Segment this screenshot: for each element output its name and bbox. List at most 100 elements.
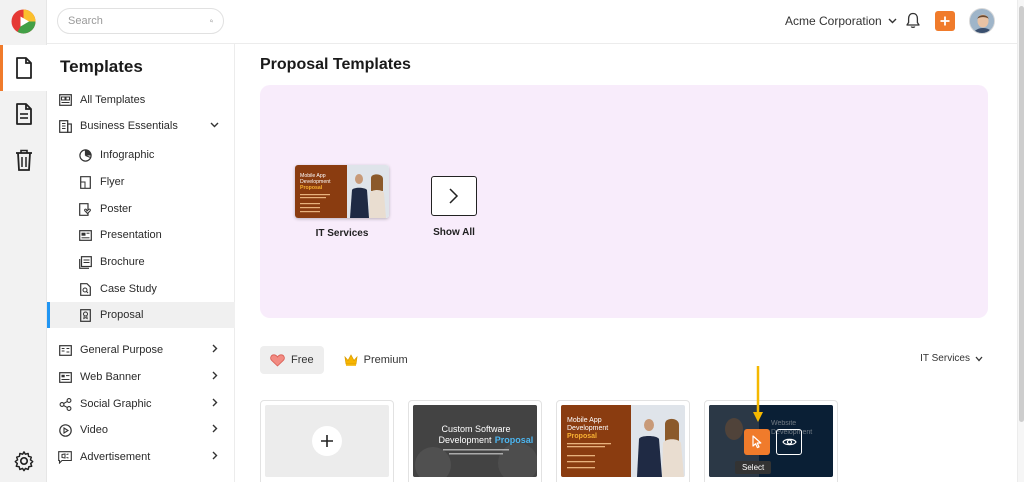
cursor-pointer-icon [752,435,762,449]
org-name: Acme Corporation [785,14,882,28]
scrollbar-thumb[interactable] [1019,6,1024,422]
page-title: Proposal Templates [260,56,411,73]
category-thumbnail: Mobile App Development Proposal [295,165,389,218]
sidebar-item-general-purpose[interactable]: General Purpose [47,337,235,363]
org-switcher[interactable]: Acme Corporation [785,14,897,28]
template-card[interactable]: Mobile App Development Proposal [556,400,690,482]
sidebar-item-all-templates[interactable]: All Templates [47,87,235,113]
add-blank-button[interactable] [312,426,342,456]
rail-documents-button[interactable] [0,45,47,91]
show-all-label: Show All [433,227,475,238]
sidebar-item-label: All Templates [80,94,146,106]
annotation-arrow-icon [753,366,763,422]
sidebar-item-label: Advertisement [80,451,151,463]
sidebar-item-infographic[interactable]: Infographic [47,142,235,168]
thumb-line: Mobile App [567,417,602,424]
sidebar-item-brochure[interactable]: Brochure [47,249,235,275]
blank-template-card[interactable] [260,400,394,482]
category-select-value: IT Services [920,353,970,364]
banner-icon [58,371,72,383]
sidebar-item-advertisement[interactable]: Advertisement [47,444,235,470]
select-template-button[interactable] [744,429,770,455]
sidebar-item-label: Web Banner [80,371,141,383]
app-root: Acme Corporation [0,0,1024,482]
sidebar-item-web-banner[interactable]: Web Banner [47,364,235,390]
sidebar-item-flyer[interactable]: Flyer [47,169,235,195]
poster-icon [79,202,91,216]
sidebar-item-case-study[interactable]: Case Study [47,276,235,302]
select-tooltip: Select [735,461,772,474]
chevron-right-icon [212,398,218,407]
proposal-icon [79,308,91,322]
main-content: Proposal Templates Mobile App Developmen… [235,44,1017,482]
rail-settings-button[interactable] [0,438,47,482]
chevron-right-icon [212,344,218,353]
page-scrollbar[interactable] [1017,0,1024,482]
sidebar-item-label: Social Graphic [80,398,152,410]
chevron-right-icon [449,188,459,204]
category-select[interactable]: IT Services [920,353,983,364]
sidebar-title: Templates [60,57,143,76]
icon-rail [0,0,47,482]
sidebar-item-presentation[interactable]: Presentation [47,222,235,248]
show-all-button[interactable]: Show All [406,165,502,238]
search-box[interactable] [57,8,224,34]
chevron-right-icon [212,424,218,433]
category-card-it-services[interactable]: Mobile App Development Proposal IT Servi… [294,165,390,239]
filter-premium-label: Premium [363,354,408,366]
case-study-icon [79,282,91,296]
gear-icon [14,451,33,472]
template-card[interactable]: Custom Software Development Proposal [408,400,542,482]
template-thumbnail[interactable]: Custom Software Development Proposal [413,405,537,477]
create-new-button[interactable] [935,11,955,31]
document-icon [15,57,32,79]
sidebar-item-label: Case Study [100,283,157,295]
search-input[interactable] [68,15,210,27]
pie-chart-icon [78,148,92,162]
filter-premium[interactable]: Premium [334,346,418,374]
rail-templates-button[interactable] [0,91,47,137]
preview-template-button[interactable] [776,429,802,455]
sidebar-item-social-graphic[interactable]: Social Graphic [47,391,235,417]
show-all-box[interactable] [431,176,477,216]
flyer-icon [79,175,91,189]
blank-canvas[interactable] [265,405,389,477]
app-logo-icon[interactable] [11,9,36,34]
chevron-down-icon [210,122,219,128]
sidebar-item-poster[interactable]: Poster [47,196,235,222]
top-bar: Acme Corporation [47,0,1017,44]
thumb-line: Custom Software [441,424,510,434]
user-avatar[interactable] [969,8,995,34]
search-icon[interactable] [210,14,213,28]
social-icon [59,397,71,411]
sidebar-item-proposal[interactable]: Proposal [47,302,235,328]
megaphone-icon [58,450,72,464]
notifications-button[interactable] [906,12,920,34]
thumb-line: Proposal [567,433,597,440]
thumb-line: Development [567,425,608,432]
video-icon [58,423,72,437]
chevron-down-icon [975,356,983,361]
sidebar-item-label: Proposal [100,309,144,321]
grid-icon [58,94,72,106]
brochure-icon [78,255,92,269]
thumb-line: Proposal [300,185,323,191]
general-icon [58,344,72,356]
trash-icon [15,149,32,171]
filter-free[interactable]: Free [260,346,324,374]
template-card-hovered[interactable]: Website Development Select [704,400,838,482]
category-label: IT Services [315,228,369,239]
template-thumbnail[interactable]: Mobile App Development Proposal [561,405,685,477]
filter-bar: Free Premium [260,346,418,374]
sidebar-item-label: Brochure [100,256,145,268]
sidebar-item-business-essentials[interactable]: Business Essentials [47,113,235,139]
plus-icon [940,16,950,26]
thumb-line: Proposal [495,435,534,445]
templates-sidebar: Templates All Templates Business Essenti… [47,44,235,482]
template-thumbnail[interactable]: Website Development Select [709,405,833,477]
sidebar-item-label: Presentation [100,229,162,241]
rail-trash-button[interactable] [0,137,47,183]
sidebar-item-label: Poster [100,203,132,215]
crown-icon [344,354,358,366]
sidebar-item-video[interactable]: Video [47,417,235,443]
